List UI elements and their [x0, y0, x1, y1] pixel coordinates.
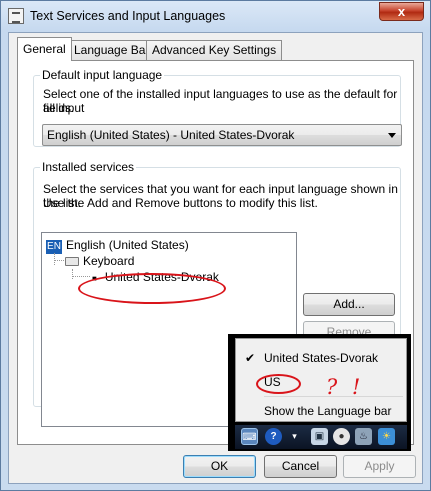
language-menu-overlay: ✔ United States-Dvorak US ? ! Show the L…	[228, 334, 411, 451]
tree-connector	[72, 276, 90, 277]
installed-services-description-line2: Use the Add and Remove buttons to modify…	[43, 196, 318, 210]
menu-separator	[264, 396, 403, 397]
keyboard-icon	[65, 257, 79, 266]
steam-icon[interactable]: ♨	[355, 428, 372, 445]
tab-advanced-key-settings[interactable]: Advanced Key Settings	[146, 40, 283, 60]
add-button-label: Add...	[333, 297, 365, 311]
installed-services-title: Installed services	[40, 160, 137, 174]
default-language-dropdown[interactable]: English (United States) - United States-…	[42, 124, 402, 146]
media-icon[interactable]: ●	[333, 428, 350, 445]
language-context-menu: ✔ United States-Dvorak US ? ! Show the L…	[235, 338, 407, 422]
menu-item-show-language-bar-label: Show the Language bar	[264, 404, 392, 418]
annotation-red-ellipse-us	[256, 374, 301, 394]
chevron-down-icon[interactable]	[388, 133, 396, 138]
default-input-language-title: Default input language	[40, 68, 165, 82]
window-title: Text Services and Input Languages	[30, 9, 226, 23]
tab-language-bar[interactable]: Language Bar	[68, 40, 156, 60]
tab-general[interactable]: General	[17, 37, 72, 61]
help-icon[interactable]: ?	[265, 428, 282, 445]
tree-connector	[54, 260, 64, 261]
tree-language-label: English (United States)	[66, 238, 189, 252]
language-en-icon: EN	[46, 240, 62, 254]
menu-item-show-language-bar[interactable]: Show the Language bar	[236, 400, 406, 422]
default-input-description-line2: fields.	[43, 101, 75, 115]
title-bar[interactable]: Text Services and Input Languages x	[1, 1, 430, 31]
ok-button[interactable]: OK	[183, 455, 256, 478]
network-icon[interactable]: ▣	[311, 428, 328, 445]
menu-item-dvorak[interactable]: ✔ United States-Dvorak	[236, 347, 406, 369]
add-button[interactable]: Add...	[303, 293, 395, 316]
dialog-window: Text Services and Input Languages x Gene…	[0, 0, 431, 491]
weather-icon[interactable]: ☀	[378, 428, 395, 445]
menu-item-dvorak-label: United States-Dvorak	[264, 351, 379, 365]
tree-connector	[54, 253, 55, 265]
default-input-description-line1: Select one of the installed input langua…	[43, 87, 398, 115]
annotation-red-ellipse	[78, 273, 226, 304]
tree-item-english[interactable]: EN English (United States)	[46, 238, 189, 254]
tree-item-keyboard[interactable]: Keyboard	[65, 254, 134, 268]
checkmark-icon: ✔	[245, 351, 256, 365]
keyboard-app-icon	[8, 8, 24, 24]
default-input-language-group: Default input language Select one of the…	[33, 68, 402, 147]
default-language-value: English (United States) - United States-…	[47, 128, 295, 142]
tree-category-label: Keyboard	[83, 254, 135, 268]
apply-button[interactable]: Apply	[343, 455, 416, 478]
keyboard-icon[interactable]: ⌨	[241, 428, 258, 445]
close-button[interactable]: x	[379, 2, 424, 21]
tree-connector	[72, 269, 73, 279]
cancel-button[interactable]: Cancel	[264, 455, 337, 478]
language-bar-options-icon[interactable]: ▾	[286, 428, 303, 445]
taskbar-tray: ⌨ ? ▾ ▣ ● ♨ ☀	[235, 425, 407, 449]
